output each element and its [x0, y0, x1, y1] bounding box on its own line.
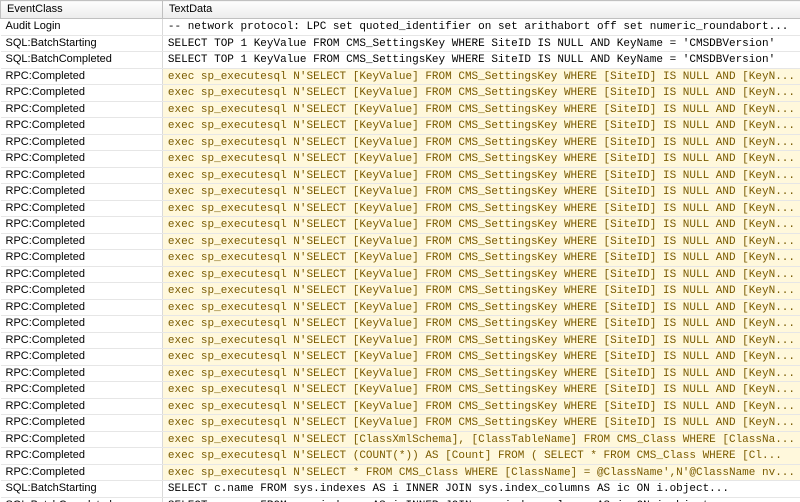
column-header-eventclass[interactable]: EventClass: [1, 1, 163, 19]
table-row[interactable]: RPC:Completedexec sp_executesql N'SELECT…: [1, 118, 800, 135]
cell-textdata: exec sp_executesql N'SELECT [KeyValue] F…: [162, 266, 800, 283]
cell-eventclass: RPC:Completed: [1, 101, 163, 118]
table-row[interactable]: RPC:Completedexec sp_executesql N'SELECT…: [1, 250, 800, 267]
cell-eventclass: Audit Login: [1, 19, 163, 36]
cell-textdata: SELECT c.name FROM sys.indexes AS i INNE…: [162, 481, 800, 498]
cell-textdata: exec sp_executesql N'SELECT * FROM CMS_C…: [162, 464, 800, 481]
cell-eventclass: RPC:Completed: [1, 167, 163, 184]
table-row[interactable]: RPC:Completedexec sp_executesql N'SELECT…: [1, 448, 800, 465]
cell-eventclass: SQL:BatchStarting: [1, 481, 163, 498]
cell-textdata: exec sp_executesql N'SELECT [KeyValue] F…: [162, 184, 800, 201]
cell-eventclass: RPC:Completed: [1, 266, 163, 283]
cell-textdata: exec sp_executesql N'SELECT [KeyValue] F…: [162, 299, 800, 316]
cell-eventclass: RPC:Completed: [1, 431, 163, 448]
table-row[interactable]: RPC:Completedexec sp_executesql N'SELECT…: [1, 365, 800, 382]
table-row[interactable]: SQL:BatchStartingSELECT TOP 1 KeyValue F…: [1, 35, 800, 52]
cell-eventclass: RPC:Completed: [1, 448, 163, 465]
table-row[interactable]: RPC:Completedexec sp_executesql N'SELECT…: [1, 415, 800, 432]
cell-eventclass: RPC:Completed: [1, 85, 163, 102]
table-row[interactable]: RPC:Completedexec sp_executesql N'SELECT…: [1, 200, 800, 217]
cell-textdata: exec sp_executesql N'SELECT [KeyValue] F…: [162, 167, 800, 184]
table-row[interactable]: RPC:Completedexec sp_executesql N'SELECT…: [1, 431, 800, 448]
table-row[interactable]: RPC:Completedexec sp_executesql N'SELECT…: [1, 349, 800, 366]
cell-eventclass: RPC:Completed: [1, 365, 163, 382]
table-row[interactable]: RPC:Completedexec sp_executesql N'SELECT…: [1, 217, 800, 234]
table-row[interactable]: RPC:Completedexec sp_executesql N'SELECT…: [1, 398, 800, 415]
cell-eventclass: RPC:Completed: [1, 382, 163, 399]
table-row[interactable]: SQL:BatchCompletedSELECT TOP 1 KeyValue …: [1, 52, 800, 69]
cell-eventclass: RPC:Completed: [1, 233, 163, 250]
table-row[interactable]: RPC:Completedexec sp_executesql N'SELECT…: [1, 184, 800, 201]
table-row[interactable]: RPC:Completedexec sp_executesql N'SELECT…: [1, 233, 800, 250]
cell-eventclass: RPC:Completed: [1, 283, 163, 300]
cell-textdata: exec sp_executesql N'SELECT [KeyValue] F…: [162, 68, 800, 85]
table-row[interactable]: RPC:Completedexec sp_executesql N'SELECT…: [1, 85, 800, 102]
cell-eventclass: RPC:Completed: [1, 415, 163, 432]
cell-textdata: exec sp_executesql N'SELECT [KeyValue] F…: [162, 415, 800, 432]
table-row[interactable]: RPC:Completedexec sp_executesql N'SELECT…: [1, 151, 800, 168]
cell-textdata: exec sp_executesql N'SELECT [KeyValue] F…: [162, 382, 800, 399]
cell-eventclass: RPC:Completed: [1, 398, 163, 415]
table-row[interactable]: RPC:Completedexec sp_executesql N'SELECT…: [1, 464, 800, 481]
table-row[interactable]: RPC:Completedexec sp_executesql N'SELECT…: [1, 382, 800, 399]
cell-textdata: exec sp_executesql N'SELECT [KeyValue] F…: [162, 233, 800, 250]
cell-eventclass: RPC:Completed: [1, 332, 163, 349]
cell-eventclass: RPC:Completed: [1, 250, 163, 267]
cell-textdata: exec sp_executesql N'SELECT [KeyValue] F…: [162, 332, 800, 349]
table-row[interactable]: RPC:Completedexec sp_executesql N'SELECT…: [1, 167, 800, 184]
cell-textdata: exec sp_executesql N'SELECT [KeyValue] F…: [162, 250, 800, 267]
cell-textdata: SELECT TOP 1 KeyValue FROM CMS_SettingsK…: [162, 52, 800, 69]
table-row[interactable]: RPC:Completedexec sp_executesql N'SELECT…: [1, 283, 800, 300]
table-row[interactable]: RPC:Completedexec sp_executesql N'SELECT…: [1, 68, 800, 85]
cell-eventclass: RPC:Completed: [1, 151, 163, 168]
table-row[interactable]: Audit Login-- network protocol: LPC set …: [1, 19, 800, 36]
table-row[interactable]: RPC:Completedexec sp_executesql N'SELECT…: [1, 134, 800, 151]
cell-textdata: exec sp_executesql N'SELECT [KeyValue] F…: [162, 118, 800, 135]
cell-textdata: exec sp_executesql N'SELECT [KeyValue] F…: [162, 134, 800, 151]
table-row[interactable]: SQL:BatchCompleted SELECT c.name FROM sy…: [1, 497, 800, 502]
cell-eventclass: RPC:Completed: [1, 200, 163, 217]
cell-eventclass: RPC:Completed: [1, 118, 163, 135]
cell-textdata: exec sp_executesql N'SELECT [KeyValue] F…: [162, 217, 800, 234]
cell-eventclass: RPC:Completed: [1, 134, 163, 151]
table-row[interactable]: RPC:Completedexec sp_executesql N'SELECT…: [1, 299, 800, 316]
cell-eventclass: RPC:Completed: [1, 349, 163, 366]
cell-textdata: exec sp_executesql N'SELECT [KeyValue] F…: [162, 101, 800, 118]
column-header-textdata[interactable]: TextData: [162, 1, 800, 19]
table-row[interactable]: SQL:BatchStarting SELECT c.name FROM sys…: [1, 481, 800, 498]
cell-eventclass: RPC:Completed: [1, 217, 163, 234]
cell-eventclass: RPC:Completed: [1, 316, 163, 333]
cell-textdata: exec sp_executesql N'SELECT [ClassXmlSch…: [162, 431, 800, 448]
table-row[interactable]: RPC:Completedexec sp_executesql N'SELECT…: [1, 101, 800, 118]
cell-eventclass: SQL:BatchCompleted: [1, 497, 163, 502]
cell-textdata: SELECT c.name FROM sys.indexes AS i INNE…: [162, 497, 800, 502]
table-row[interactable]: RPC:Completedexec sp_executesql N'SELECT…: [1, 332, 800, 349]
cell-textdata: exec sp_executesql N'SELECT [KeyValue] F…: [162, 283, 800, 300]
cell-eventclass: RPC:Completed: [1, 184, 163, 201]
table-row[interactable]: RPC:Completedexec sp_executesql N'SELECT…: [1, 316, 800, 333]
cell-textdata: exec sp_executesql N'SELECT [KeyValue] F…: [162, 316, 800, 333]
table-row[interactable]: RPC:Completedexec sp_executesql N'SELECT…: [1, 266, 800, 283]
cell-textdata: exec sp_executesql N'SELECT [KeyValue] F…: [162, 151, 800, 168]
cell-textdata: SELECT TOP 1 KeyValue FROM CMS_SettingsK…: [162, 35, 800, 52]
cell-textdata: exec sp_executesql N'SELECT [KeyValue] F…: [162, 398, 800, 415]
cell-eventclass: RPC:Completed: [1, 464, 163, 481]
cell-eventclass: RPC:Completed: [1, 299, 163, 316]
cell-eventclass: SQL:BatchCompleted: [1, 52, 163, 69]
cell-textdata: exec sp_executesql N'SELECT (COUNT(*)) A…: [162, 448, 800, 465]
cell-eventclass: SQL:BatchStarting: [1, 35, 163, 52]
cell-textdata: -- network protocol: LPC set quoted_iden…: [162, 19, 800, 36]
grid-header-row: EventClass TextData: [1, 1, 800, 19]
cell-textdata: exec sp_executesql N'SELECT [KeyValue] F…: [162, 349, 800, 366]
cell-eventclass: RPC:Completed: [1, 68, 163, 85]
cell-textdata: exec sp_executesql N'SELECT [KeyValue] F…: [162, 365, 800, 382]
trace-grid[interactable]: EventClass TextData Audit Login-- networ…: [0, 0, 800, 502]
cell-textdata: exec sp_executesql N'SELECT [KeyValue] F…: [162, 85, 800, 102]
cell-textdata: exec sp_executesql N'SELECT [KeyValue] F…: [162, 200, 800, 217]
